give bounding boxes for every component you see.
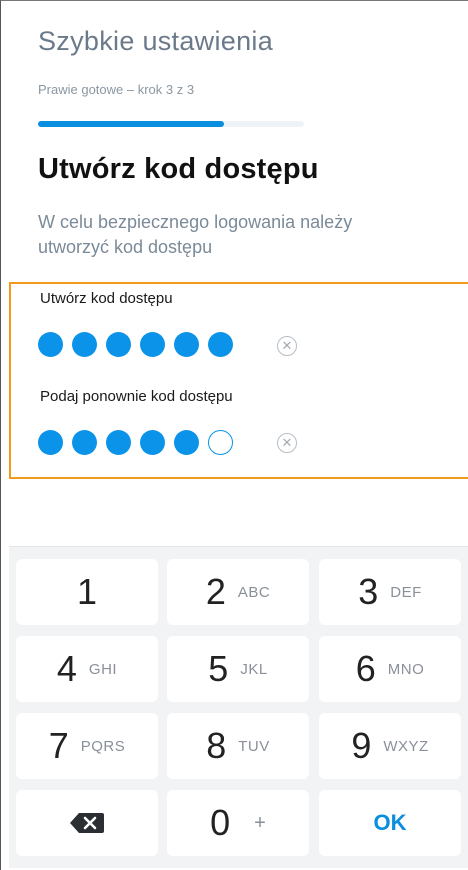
key-letters: DEF — [390, 583, 422, 601]
backspace-button[interactable] — [16, 790, 158, 856]
key-digit: 8 — [206, 725, 227, 766]
repeat-pin-dots[interactable] — [38, 430, 233, 456]
key-digit: 2 — [205, 571, 226, 612]
key-letters: TUV — [238, 737, 270, 755]
create-pin-label: Utwórz kod dostępu — [40, 290, 173, 307]
pin-dot-filled — [174, 430, 199, 455]
key-letters: WXYZ — [383, 737, 429, 755]
key-digit: 6 — [355, 648, 376, 689]
pin-dot-filled — [106, 430, 131, 455]
ok-button[interactable]: OK — [319, 790, 461, 856]
clear-create-pin-icon[interactable]: ✕ — [277, 336, 297, 356]
pin-dot-filled — [174, 332, 199, 357]
backspace-icon — [69, 812, 105, 834]
pin-dot-filled — [38, 332, 63, 357]
key-5[interactable]: 5 JKL — [167, 636, 309, 702]
pin-dot-filled — [38, 430, 63, 455]
key-letters: PQRS — [80, 737, 126, 755]
pin-dot-filled — [140, 332, 165, 357]
key-1[interactable]: 1 — [16, 559, 158, 625]
key-3[interactable]: 3 DEF — [319, 559, 461, 625]
key-8[interactable]: 8 TUV — [167, 713, 309, 779]
page-title: Utwórz kod dostępu — [38, 153, 319, 185]
repeat-pin-label: Podaj ponownie kod dostępu — [40, 388, 233, 405]
key-0[interactable]: 0 + — [167, 790, 309, 856]
step-label: Prawie gotowe – krok 3 z 3 — [38, 82, 195, 97]
key-2[interactable]: 2 ABC — [167, 559, 309, 625]
key-digit: 1 — [76, 571, 98, 612]
key-digit: 0 — [210, 802, 231, 843]
progress-fill — [38, 121, 225, 127]
key-7[interactable]: 7 PQRS — [16, 713, 158, 779]
clear-repeat-pin-icon[interactable]: ✕ — [277, 433, 297, 453]
key-letters: MNO — [387, 660, 425, 678]
create-pin-dots[interactable] — [38, 332, 233, 358]
header-title: Szybkie ustawienia — [38, 26, 274, 56]
key-digit: 5 — [208, 648, 229, 689]
key-digit: 4 — [56, 648, 77, 689]
pin-dot-filled — [72, 430, 97, 455]
pin-dot-empty — [208, 430, 233, 455]
key-letters: JKL — [240, 660, 268, 678]
key-digit: 3 — [358, 571, 379, 612]
numeric-keypad: 1 2 ABC 3 DEF 4 GHI 5 JKL 6 MNO 7 PQRS 8… — [9, 546, 468, 868]
key-6[interactable]: 6 MNO — [319, 636, 461, 702]
key-digit: 7 — [48, 725, 69, 766]
progress-bar — [38, 121, 304, 127]
pin-dot-filled — [140, 430, 165, 455]
key-plus-label: + — [254, 811, 266, 834]
pin-dot-filled — [72, 332, 97, 357]
pin-dot-filled — [106, 332, 131, 357]
key-letters: GHI — [88, 660, 118, 678]
key-4[interactable]: 4 GHI — [16, 636, 158, 702]
ok-label: OK — [373, 810, 407, 835]
pin-dot-filled — [208, 332, 233, 357]
key-digit: 9 — [351, 725, 372, 766]
page-description: W celu bezpiecznego logowania należy utw… — [38, 212, 353, 257]
key-letters: ABC — [237, 583, 271, 601]
pin-section: Utwórz kod dostępu ✕ Podaj ponownie kod … — [9, 282, 468, 479]
key-9[interactable]: 9 WXYZ — [319, 713, 461, 779]
